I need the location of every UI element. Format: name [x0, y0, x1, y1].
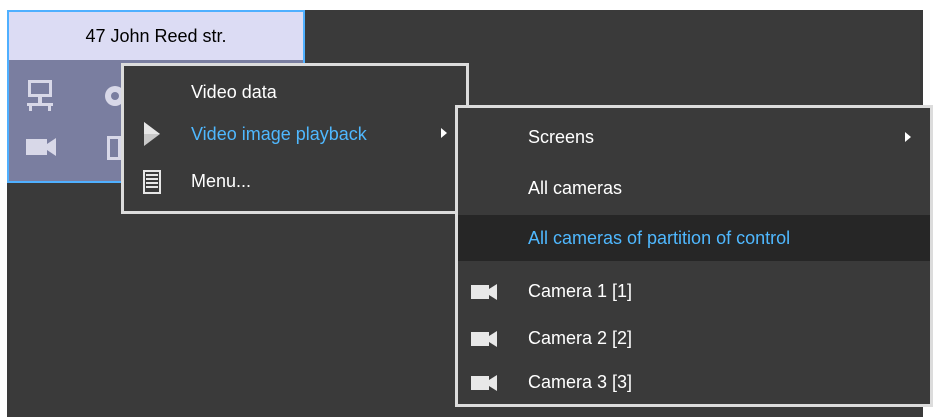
play-arrow-icon	[142, 121, 162, 147]
submenu-item-camera-1[interactable]: Camera 1 [1]	[458, 269, 930, 313]
window-left-edge	[0, 0, 7, 417]
gear-icon[interactable]	[101, 82, 121, 110]
door-icon[interactable]	[101, 134, 121, 162]
submenu-arrow-icon	[441, 128, 447, 138]
menu-item-video-image-playback[interactable]: Video image playback	[124, 114, 466, 154]
submenu-item-label: All cameras of partition of control	[528, 227, 791, 248]
menu-item-label: Video data	[191, 81, 277, 102]
submenu-item-camera-2[interactable]: Camera 2 [2]	[458, 316, 930, 360]
camera-icon	[470, 283, 498, 301]
submenu-item-label: All cameras	[528, 177, 623, 198]
submenu-item-camera-3[interactable]: Camera 3 [3]	[458, 360, 930, 404]
menu-item-video-data[interactable]: Video data	[124, 73, 466, 111]
camera-icon	[470, 330, 498, 348]
network-icon[interactable]	[25, 78, 55, 112]
submenu-item-label: Screens	[528, 126, 595, 147]
menu-item-label: Menu...	[191, 170, 252, 191]
submenu-item-label: Camera 3 [3]	[528, 371, 633, 392]
submenu-item-all-cameras-partition[interactable]: All cameras of partition of control	[458, 215, 930, 261]
camera-icon[interactable]	[25, 136, 57, 158]
camera-icon	[470, 374, 498, 392]
tile-title[interactable]: 47 John Reed str.	[9, 12, 303, 60]
menu-list-icon	[141, 169, 163, 195]
submenu-arrow-icon	[905, 132, 911, 142]
submenu-item-all-cameras[interactable]: All cameras	[458, 165, 930, 211]
submenu-item-screens[interactable]: Screens	[458, 114, 930, 160]
context-menu: Video data Video image playback Menu...	[121, 63, 469, 214]
submenu-item-label: Camera 1 [1]	[528, 280, 633, 301]
window-top-edge	[0, 0, 933, 10]
submenu-item-label: Camera 2 [2]	[528, 327, 633, 348]
menu-item-label: Video image playback	[191, 123, 367, 144]
playback-submenu: Screens All cameras All cameras of parti…	[455, 105, 933, 407]
menu-item-menu[interactable]: Menu...	[124, 160, 466, 202]
